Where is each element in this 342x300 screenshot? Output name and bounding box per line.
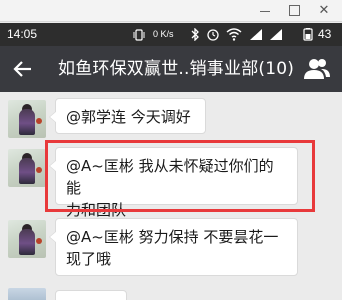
wifi-icon — [226, 28, 242, 41]
maximize-button[interactable] — [279, 0, 309, 22]
signal-icon — [270, 29, 282, 40]
message-bubble[interactable]: @郭学连 今天调好 — [49, 98, 206, 134]
message-text-line: @A~匡彬 努力保持 不要昙花一 — [66, 228, 279, 246]
battery-icon — [303, 28, 313, 41]
group-members-icon[interactable] — [303, 57, 331, 81]
avatar[interactable] — [8, 149, 46, 187]
avatar[interactable] — [8, 220, 46, 258]
back-arrow-icon[interactable] — [10, 56, 36, 82]
window-titlebar: ✕ — [0, 0, 342, 22]
chat-title: 如鱼环保双赢世..销事业部(10) — [58, 59, 295, 79]
battery-level: 43 — [318, 27, 332, 41]
status-bar: 14:05 0 K/s 43 — [0, 23, 342, 46]
minimize-button[interactable] — [250, 0, 280, 22]
avatar[interactable] — [8, 100, 46, 138]
message-bubble[interactable] — [55, 290, 127, 300]
message-text-line: 现了哦 — [66, 250, 112, 268]
chat-header: 如鱼环保双赢世..销事业部(10) — [0, 46, 342, 92]
status-time: 14:05 — [7, 27, 38, 41]
vibrate-icon — [133, 29, 145, 41]
signal-4g-icon — [250, 29, 262, 40]
avatar[interactable] — [8, 288, 46, 300]
close-button[interactable]: ✕ — [309, 0, 339, 22]
alarm-icon — [207, 29, 219, 41]
highlight-box — [45, 140, 315, 212]
bluetooth-icon — [191, 28, 199, 41]
network-speed: 0 K/s — [153, 29, 174, 39]
message-bubble[interactable]: @A~匡彬 努力保持 不要昙花一 现了哦 — [49, 218, 298, 276]
message-text: @郭学连 今天调好 — [66, 108, 191, 126]
message-list[interactable]: @郭学连 今天调好 @A~匡彬 我从未怀疑过你们的能 力和团队 @A~匡彬 努力… — [0, 92, 342, 300]
